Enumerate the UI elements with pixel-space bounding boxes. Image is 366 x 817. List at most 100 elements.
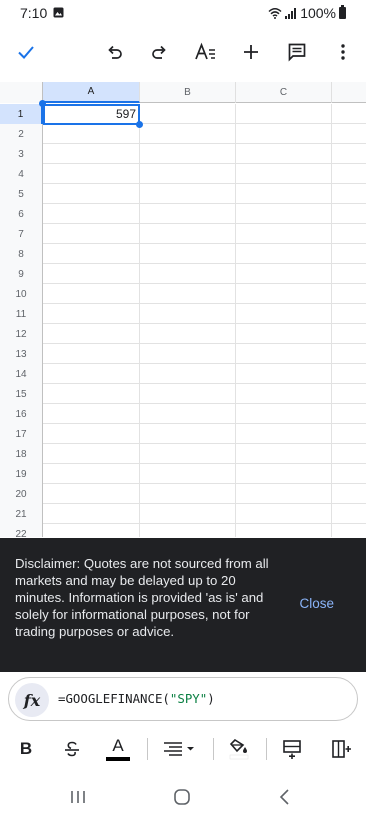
cell[interactable] <box>140 104 236 124</box>
cell[interactable] <box>43 524 140 537</box>
cell[interactable] <box>332 324 366 344</box>
cell[interactable] <box>43 484 140 504</box>
row-header[interactable]: 17 <box>0 424 43 444</box>
cell[interactable] <box>236 304 332 324</box>
cell[interactable] <box>43 344 140 364</box>
column-header-a[interactable]: A <box>43 82 140 103</box>
cell[interactable] <box>140 344 236 364</box>
cell[interactable] <box>43 384 140 404</box>
cell[interactable] <box>43 184 140 204</box>
strikethrough-icon[interactable] <box>59 735 85 763</box>
cell[interactable] <box>236 404 332 424</box>
cell[interactable] <box>332 464 366 484</box>
row-header[interactable]: 2 <box>0 124 43 144</box>
cell[interactable] <box>332 224 366 244</box>
cell[interactable] <box>43 364 140 384</box>
cell[interactable] <box>140 424 236 444</box>
cell[interactable] <box>236 504 332 524</box>
cell[interactable] <box>236 364 332 384</box>
row-header[interactable]: 22 <box>0 524 43 537</box>
column-header-c[interactable]: C <box>236 82 332 103</box>
cell[interactable] <box>140 124 236 144</box>
cell[interactable] <box>140 484 236 504</box>
cell[interactable] <box>43 404 140 424</box>
cell[interactable] <box>43 144 140 164</box>
cell[interactable] <box>332 284 366 304</box>
row-header[interactable]: 11 <box>0 304 43 324</box>
checkmark-icon[interactable] <box>12 38 40 66</box>
cell[interactable] <box>332 524 366 537</box>
formula-input[interactable]: =GOOGLEFINANCE("SPY") <box>58 691 215 706</box>
redo-icon[interactable] <box>145 38 173 66</box>
cell[interactable] <box>43 264 140 284</box>
cell[interactable] <box>236 144 332 164</box>
cell[interactable] <box>332 384 366 404</box>
cell[interactable] <box>236 164 332 184</box>
cell[interactable] <box>236 384 332 404</box>
cell[interactable] <box>332 104 366 124</box>
cell[interactable] <box>236 244 332 264</box>
cell[interactable] <box>332 504 366 524</box>
cell[interactable] <box>236 184 332 204</box>
row-header[interactable]: 9 <box>0 264 43 284</box>
row-header[interactable]: 12 <box>0 324 43 344</box>
close-button[interactable]: Close <box>299 596 334 611</box>
row-header[interactable]: 13 <box>0 344 43 364</box>
fill-color-icon[interactable] <box>225 735 253 763</box>
more-vert-icon[interactable] <box>329 38 357 66</box>
cell[interactable] <box>43 224 140 244</box>
cell[interactable] <box>140 264 236 284</box>
cell[interactable] <box>236 224 332 244</box>
cell[interactable] <box>236 484 332 504</box>
insert-row-icon[interactable] <box>278 735 306 763</box>
row-header[interactable]: 19 <box>0 464 43 484</box>
row-header[interactable]: 20 <box>0 484 43 504</box>
cell[interactable] <box>332 404 366 424</box>
cell[interactable] <box>236 444 332 464</box>
cell[interactable] <box>332 124 366 144</box>
cell[interactable] <box>236 464 332 484</box>
formula-bar[interactable]: fx =GOOGLEFINANCE("SPY") <box>8 677 358 721</box>
cell[interactable] <box>140 244 236 264</box>
cell[interactable] <box>236 264 332 284</box>
cell[interactable] <box>236 344 332 364</box>
cell[interactable] <box>43 464 140 484</box>
cell[interactable] <box>332 264 366 284</box>
cell[interactable] <box>43 304 140 324</box>
cell[interactable] <box>140 164 236 184</box>
cell[interactable] <box>140 284 236 304</box>
cell[interactable] <box>332 444 366 464</box>
cell[interactable] <box>140 524 236 537</box>
cell[interactable] <box>332 344 366 364</box>
spreadsheet-grid[interactable]: A B C 1 597 2 3 4 5 6 7 8 9 10 11 12 13 14 15 16 17 18 19 20… <box>0 82 366 537</box>
cell[interactable] <box>140 504 236 524</box>
function-icon[interactable]: fx <box>15 683 49 717</box>
row-header[interactable]: 18 <box>0 444 43 464</box>
column-header-b[interactable]: B <box>140 82 236 103</box>
cell[interactable] <box>140 184 236 204</box>
cell[interactable] <box>140 324 236 344</box>
row-header[interactable]: 21 <box>0 504 43 524</box>
select-all-corner[interactable] <box>0 82 43 103</box>
cell[interactable] <box>140 204 236 224</box>
cell[interactable] <box>332 184 366 204</box>
selection-handle-top-left[interactable] <box>39 100 46 107</box>
cell[interactable] <box>43 164 140 184</box>
recent-apps-icon[interactable] <box>66 785 90 809</box>
cell[interactable] <box>140 144 236 164</box>
home-icon[interactable] <box>170 785 194 809</box>
cell[interactable] <box>332 244 366 264</box>
bold-button[interactable]: B <box>14 735 38 763</box>
cell[interactable] <box>43 504 140 524</box>
cell[interactable] <box>43 244 140 264</box>
cell[interactable] <box>140 304 236 324</box>
cell[interactable]: 597 <box>43 104 140 124</box>
cell[interactable] <box>236 324 332 344</box>
cell[interactable] <box>332 164 366 184</box>
comment-icon[interactable] <box>283 38 311 66</box>
row-header[interactable]: 1 <box>0 104 43 124</box>
row-header[interactable]: 7 <box>0 224 43 244</box>
cell[interactable] <box>140 224 236 244</box>
cell[interactable] <box>140 404 236 424</box>
cell[interactable] <box>140 364 236 384</box>
